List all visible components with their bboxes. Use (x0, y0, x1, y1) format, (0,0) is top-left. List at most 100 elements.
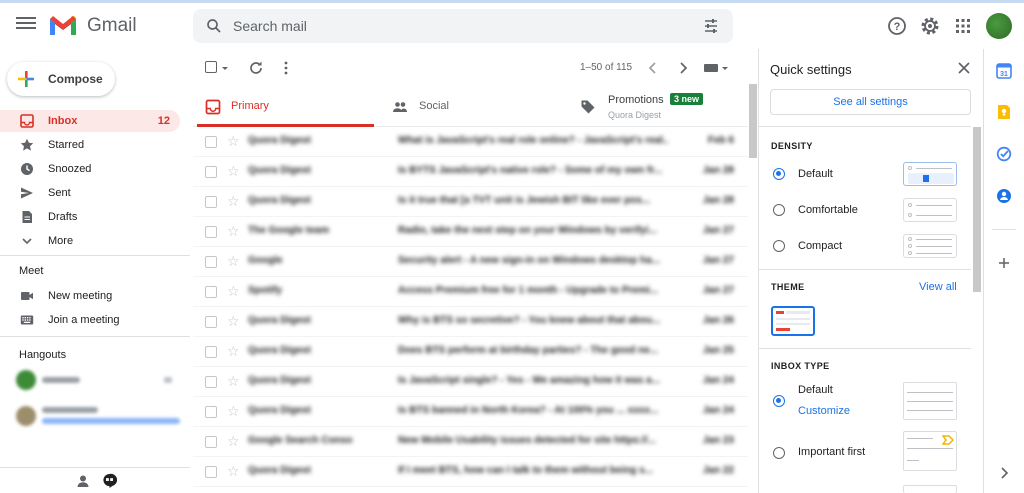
preview-line (907, 448, 953, 449)
hangouts-chat-icon[interactable] (102, 473, 117, 488)
table-row[interactable]: ☆ Quora Digest What is JavaScript's real r… (193, 127, 748, 157)
table-row[interactable]: ☆ Quora Digest Is it true that [a TVT unit… (193, 187, 748, 217)
tab-social[interactable]: Social (386, 87, 566, 127)
star-icon[interactable]: ☆ (227, 283, 240, 300)
contacts-icon[interactable] (996, 188, 1012, 204)
inbox-important-first-preview[interactable] (903, 431, 957, 471)
close-icon[interactable] (957, 61, 971, 75)
theme-preview-default[interactable] (771, 306, 815, 336)
star-icon[interactable]: ☆ (227, 403, 240, 420)
star-icon[interactable]: ☆ (227, 163, 240, 180)
row-checkbox[interactable] (205, 196, 217, 208)
star-icon[interactable]: ☆ (227, 373, 240, 390)
people-icon (393, 102, 407, 112)
table-row[interactable]: ☆ Quora Digest Is BTS banned in North Kore… (193, 397, 748, 427)
view-all-themes-link[interactable]: View all (919, 281, 957, 293)
star-icon[interactable]: ☆ (227, 463, 240, 480)
row-checkbox[interactable] (205, 226, 217, 238)
row-checkbox[interactable] (205, 286, 217, 298)
sidebar-item-more[interactable]: More (0, 230, 180, 252)
preview-line (916, 168, 952, 169)
table-row[interactable]: ☆ Google Search Conso New Mobile Usability… (193, 427, 748, 457)
density-default-radio[interactable] (773, 168, 785, 180)
main-menu-icon[interactable] (16, 15, 36, 35)
table-row[interactable]: ☆ Quora Digest Is BYTS JavaScript's native… (193, 157, 748, 187)
row-checkbox[interactable] (205, 436, 217, 448)
input-tools-icon[interactable] (703, 60, 729, 76)
refresh-icon[interactable] (248, 60, 264, 76)
help-icon[interactable]: ? (885, 14, 909, 38)
sidebar-item-starred[interactable]: Starred (0, 134, 180, 156)
quick-settings-scrollbar[interactable] (973, 127, 981, 292)
mail-list-scrollbar[interactable] (749, 84, 757, 158)
table-row[interactable]: ☆ Quora Digest Why is BTS so secretive? - … (193, 307, 748, 337)
gmail-logo-icon[interactable] (48, 13, 78, 37)
density-comfortable-preview[interactable] (903, 198, 957, 222)
table-row[interactable]: ☆ The Google team Radio, take the next ste… (193, 217, 748, 247)
select-dropdown-icon[interactable] (220, 60, 230, 76)
tag-icon (581, 100, 595, 114)
select-all-checkbox[interactable] (205, 61, 217, 73)
star-icon[interactable]: ☆ (227, 133, 240, 150)
account-avatar[interactable] (986, 13, 1012, 39)
hangouts-contact[interactable] (16, 404, 181, 428)
compose-button[interactable]: Compose (7, 62, 115, 96)
search-bar[interactable] (193, 9, 733, 43)
sidebar-item-inbox[interactable]: Inbox 12 (0, 110, 180, 132)
hangouts-contact[interactable] (16, 370, 176, 390)
search-options-icon[interactable] (703, 18, 719, 34)
table-row[interactable]: ☆ Spotify Access Premium free for 1 month … (193, 277, 748, 307)
sidebar-item-drafts[interactable]: Drafts (0, 206, 180, 228)
keep-icon[interactable] (996, 104, 1012, 120)
quick-settings-title: Quick settings (770, 62, 852, 77)
sidebar-item-label: Join a meeting (48, 314, 120, 326)
sidebar-item-join-meeting[interactable]: Join a meeting (0, 309, 180, 331)
row-checkbox[interactable] (205, 406, 217, 418)
sidebar-item-snoozed[interactable]: Snoozed (0, 158, 180, 180)
star-icon[interactable]: ☆ (227, 433, 240, 450)
density-default-preview[interactable] (903, 162, 957, 186)
next-page-icon[interactable] (675, 60, 691, 76)
star-icon[interactable]: ☆ (227, 223, 240, 240)
calendar-icon[interactable]: 31 (996, 63, 1012, 79)
row-checkbox[interactable] (205, 316, 217, 328)
tasks-icon[interactable] (996, 146, 1012, 162)
table-row[interactable]: ☆ Quora Digest Is JavaScript single? - Yes… (193, 367, 748, 397)
row-checkbox[interactable] (205, 256, 217, 268)
apps-grid-icon[interactable] (951, 14, 975, 38)
star-icon[interactable]: ☆ (227, 193, 240, 210)
star-icon[interactable]: ☆ (227, 313, 240, 330)
density-compact-radio[interactable] (773, 240, 785, 252)
add-addon-plus-icon[interactable] (996, 255, 1012, 271)
row-checkbox[interactable] (205, 346, 217, 358)
row-checkbox[interactable] (205, 136, 217, 148)
row-checkbox[interactable] (205, 466, 217, 478)
see-all-settings-button[interactable]: See all settings (770, 89, 971, 115)
star-icon[interactable]: ☆ (227, 253, 240, 270)
density-comfortable-radio[interactable] (773, 204, 785, 216)
tab-promotions[interactable]: Promotions (568, 87, 748, 127)
row-checkbox[interactable] (205, 166, 217, 178)
sidebar-item-sent[interactable]: Sent (0, 182, 180, 204)
inbox-next-preview[interactable] (903, 485, 957, 493)
person-icon[interactable] (76, 474, 90, 488)
inbox-default-preview[interactable] (903, 382, 957, 420)
table-row[interactable]: ☆ Quora Digest Does BTS perform at birthda… (193, 337, 748, 367)
customize-inbox-link[interactable]: Customize (798, 405, 850, 417)
sidebar-item-new-meeting[interactable]: New meeting (0, 285, 180, 307)
table-row[interactable]: ☆ Google Security alert - A new sign-in on… (193, 247, 748, 277)
tab-primary[interactable]: Primary (197, 87, 374, 127)
inbox-important-first-radio[interactable] (773, 447, 785, 459)
settings-gear-icon[interactable] (918, 14, 942, 38)
search-input[interactable] (233, 9, 683, 43)
table-row[interactable]: ☆ Quora Digest If I meet BTS, how can I ta… (193, 457, 748, 487)
star-icon[interactable]: ☆ (227, 343, 240, 360)
inbox-default-radio[interactable] (773, 395, 785, 407)
density-compact-preview[interactable] (903, 234, 957, 258)
prev-page-icon[interactable] (645, 60, 661, 76)
qs-divider (759, 126, 971, 127)
row-checkbox[interactable] (205, 376, 217, 388)
chevron-right-icon[interactable] (996, 465, 1012, 481)
more-options-icon[interactable] (278, 60, 294, 76)
search-icon[interactable] (205, 17, 223, 35)
